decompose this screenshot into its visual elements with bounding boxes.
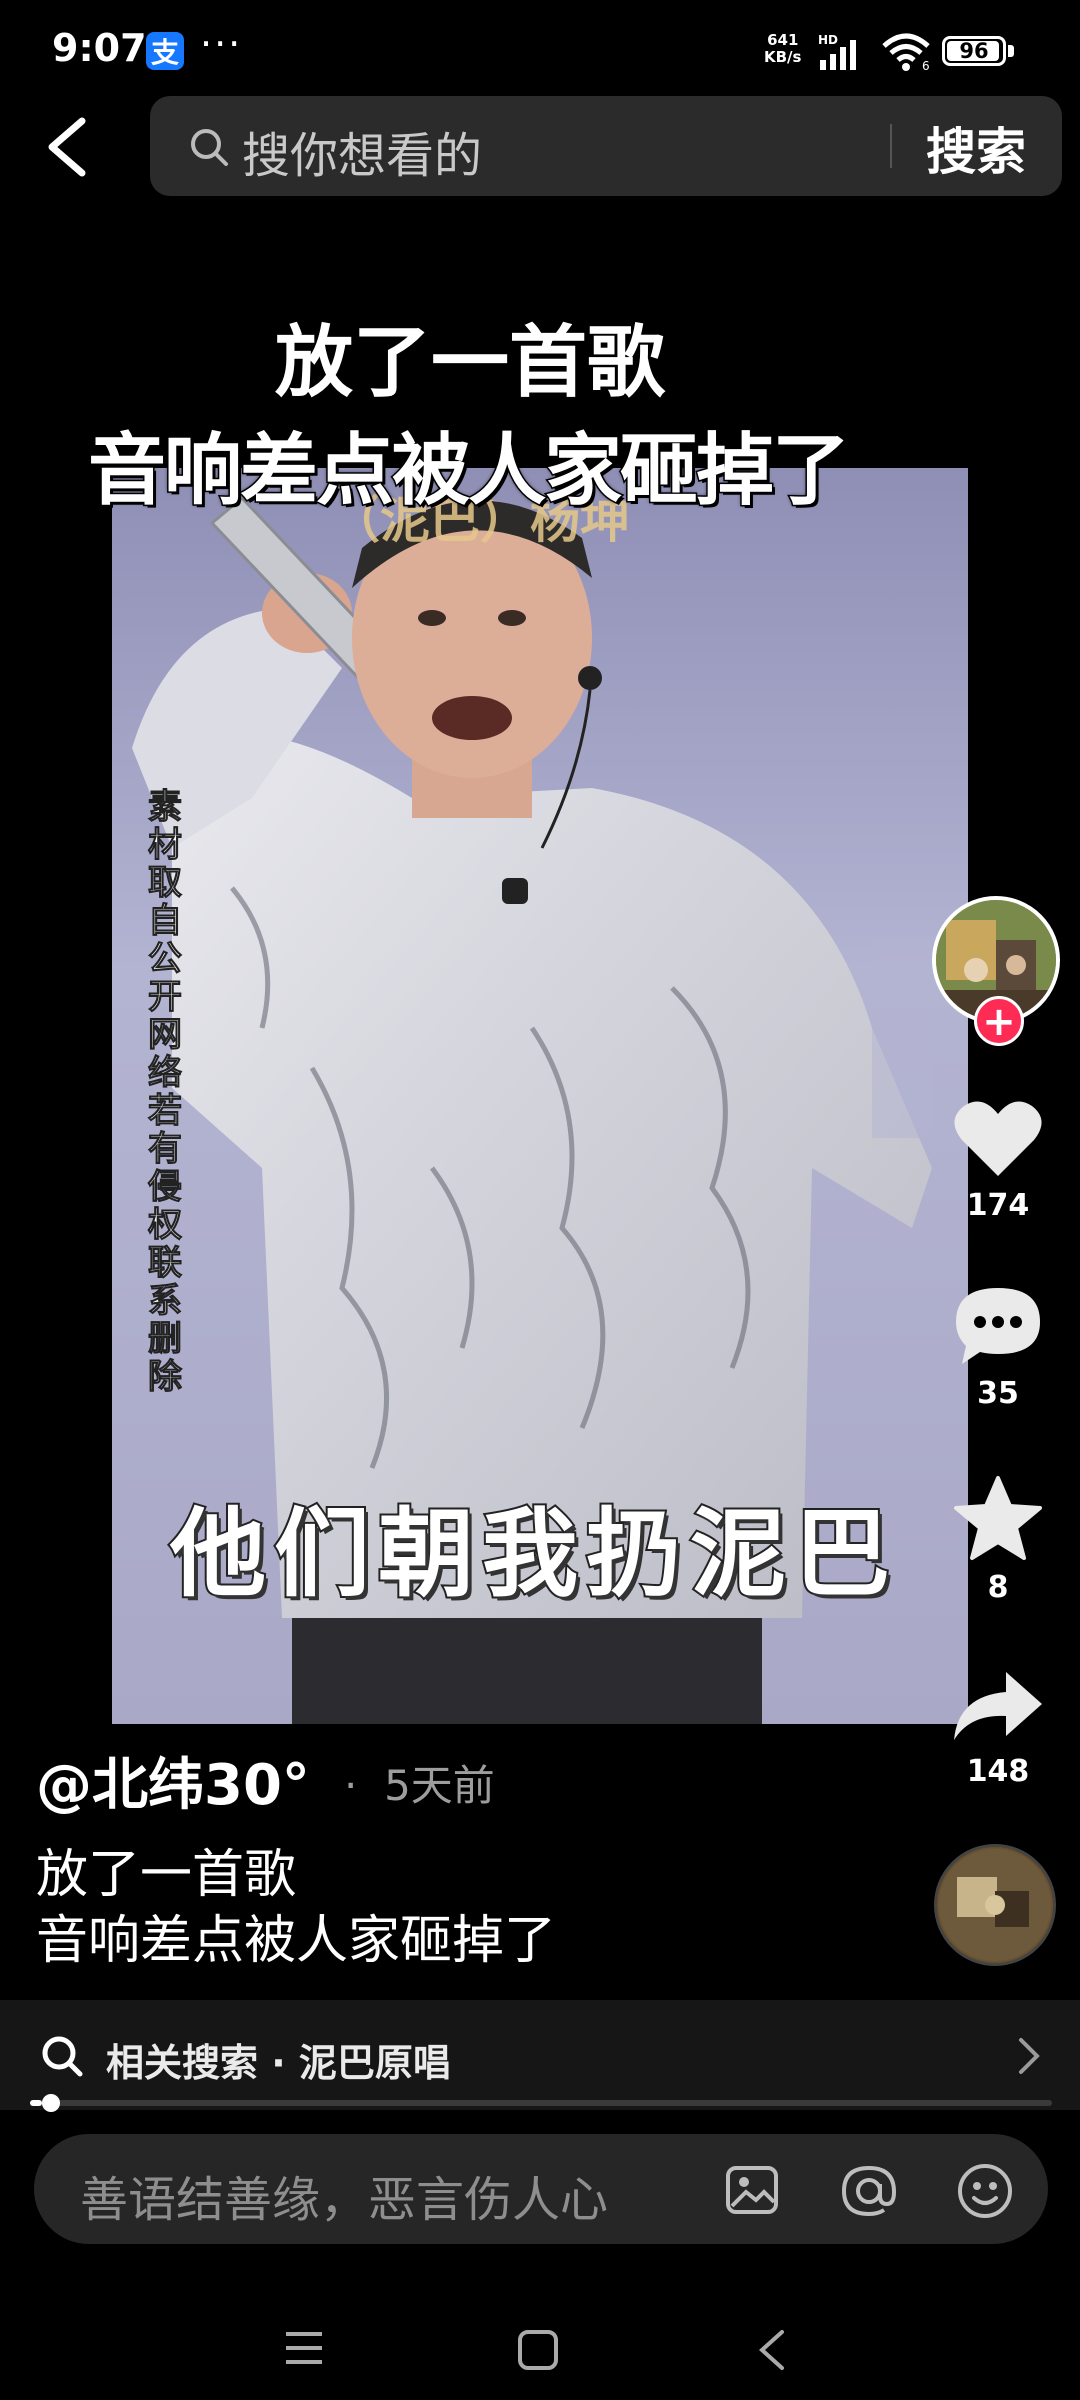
chevron-left-icon bbox=[48, 117, 86, 177]
network-speed-value: 641 bbox=[767, 31, 799, 49]
comment-icon bbox=[956, 1288, 1040, 1364]
author-handle[interactable]: @北纬30° bbox=[36, 1740, 310, 1821]
network-speed-unit: KB/s bbox=[764, 48, 802, 66]
chevron-right-icon bbox=[1019, 2038, 1040, 2074]
star-icon bbox=[954, 1476, 1042, 1560]
post-time-value: 5天前 bbox=[384, 1761, 495, 1810]
search-divider bbox=[890, 124, 892, 168]
back-button[interactable] bbox=[36, 112, 96, 182]
like-count: 174 bbox=[966, 1188, 1030, 1223]
menu-icon[interactable] bbox=[280, 2326, 328, 2370]
mention-icon[interactable] bbox=[840, 2162, 898, 2220]
emoji-icon[interactable] bbox=[956, 2162, 1014, 2220]
home-icon[interactable] bbox=[514, 2326, 562, 2374]
share-arrow-icon bbox=[954, 1672, 1042, 1740]
image-icon[interactable] bbox=[724, 2162, 780, 2218]
status-time: 9:07 bbox=[52, 26, 147, 70]
system-nav-bar bbox=[0, 2300, 1080, 2400]
music-cover-image bbox=[939, 1849, 1051, 1961]
hd-label: HD bbox=[818, 33, 838, 47]
time-separator: · bbox=[344, 1761, 358, 1810]
share-count: 148 bbox=[966, 1754, 1030, 1789]
search-bar[interactable]: 搜你想看的 搜索 bbox=[150, 96, 1062, 196]
alipay-icon: 支 bbox=[146, 32, 184, 70]
share-button[interactable]: 148 bbox=[930, 1666, 1066, 1789]
video-title-line-2: 音响差点被人家砸掉了 bbox=[87, 425, 852, 518]
comment-button[interactable]: 35 bbox=[930, 1284, 1066, 1411]
follow-button[interactable]: + bbox=[974, 996, 1024, 1046]
battery-tip bbox=[1008, 45, 1014, 57]
comment-input[interactable]: 善语结善缘，恶言伤人心 bbox=[80, 2160, 608, 2230]
progress-fill bbox=[30, 2100, 43, 2106]
network-speed: 641 KB/s bbox=[764, 32, 801, 66]
caption-line-2: 音响差点被人家砸掉了 bbox=[36, 1911, 557, 1971]
signal-icon: HD bbox=[818, 32, 874, 76]
post-time: · 5天前 bbox=[344, 1752, 495, 1813]
caption-line-1: 放了一首歌 bbox=[36, 1845, 297, 1905]
comment-count: 35 bbox=[977, 1376, 1019, 1411]
wifi-icon: 6 bbox=[880, 32, 936, 76]
svg-text:6: 6 bbox=[922, 59, 930, 72]
search-icon bbox=[191, 129, 228, 166]
music-disc[interactable] bbox=[934, 1844, 1056, 1966]
more-notifications-icon: ··· bbox=[200, 22, 243, 66]
heart-icon bbox=[954, 1101, 1042, 1176]
search-button[interactable]: 搜索 bbox=[926, 112, 1026, 184]
related-search-bar[interactable]: 相关搜索 · 泥巴原唱 bbox=[0, 2000, 1080, 2110]
like-button[interactable]: 174 bbox=[930, 1096, 1066, 1223]
video-progress-bar[interactable] bbox=[30, 2094, 1052, 2112]
back-nav-icon[interactable] bbox=[752, 2326, 792, 2374]
comment-input-bar[interactable]: 善语结善缘，恶言伤人心 bbox=[34, 2134, 1048, 2244]
related-search-text: 相关搜索 · 泥巴原唱 bbox=[106, 2041, 451, 2085]
favorite-button[interactable]: 8 bbox=[930, 1474, 1066, 1605]
battery-icon: 96 bbox=[942, 36, 1006, 66]
search-input[interactable]: 搜你想看的 bbox=[242, 116, 482, 186]
status-bar: 9:07 支 ··· 641 KB/s HD 6 96 bbox=[0, 0, 1080, 100]
favorite-count: 8 bbox=[987, 1570, 1009, 1605]
video-title-line-1: 放了一首歌 bbox=[273, 317, 666, 410]
copyright-notice: 素材取自公开网络若有侵权联系删除 bbox=[148, 787, 183, 1397]
search-icon bbox=[42, 2036, 83, 2077]
battery-level: 96 bbox=[959, 39, 989, 63]
lyric-subtitle: 他们朝我扔泥巴 bbox=[168, 1496, 898, 1612]
